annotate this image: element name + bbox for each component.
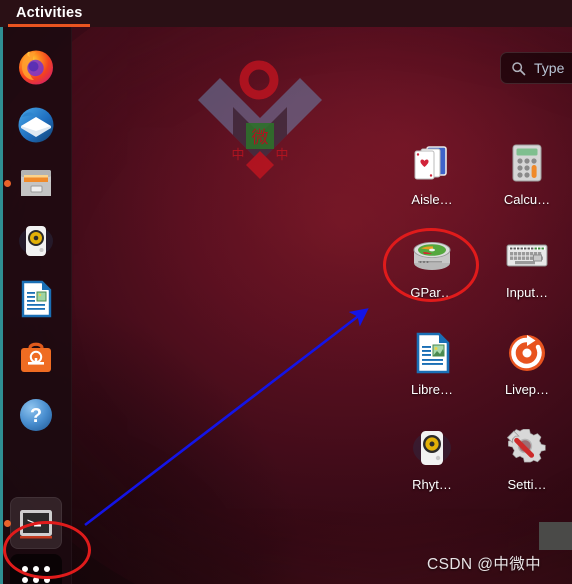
firefox-icon — [19, 50, 53, 85]
calculator-icon — [512, 144, 542, 182]
app-label: Libre… — [411, 382, 453, 397]
livepatch-icon — [509, 335, 545, 371]
dock-item-terminal[interactable]: > — [4, 497, 62, 549]
corner-gray-box — [539, 522, 572, 550]
help-icon: ? — [20, 399, 52, 431]
svg-text:?: ? — [30, 405, 42, 427]
libreoffice-writer-icon — [416, 332, 450, 374]
dock-item-thunderbird[interactable] — [10, 99, 62, 151]
app-settings[interactable]: Setti… — [479, 423, 572, 509]
app-label: Rhyt… — [412, 477, 452, 492]
app-label: Aisle… — [411, 192, 453, 207]
csdn-watermark: CSDN @中微中 — [427, 556, 542, 573]
app-livepatch[interactable]: Livep… — [479, 328, 572, 414]
search-input[interactable]: Type — [500, 52, 572, 84]
keyboard-icon — [506, 244, 548, 267]
svg-text:>: > — [27, 516, 35, 531]
svg-text:中: 中 — [275, 148, 288, 163]
desktop-watermark-logo: 微 中 中 — [198, 60, 322, 179]
desktop-screen: 微 中 中 Activities Type ? > Aisle… Calcu… … — [0, 0, 572, 584]
dock-item-ubuntu-software[interactable] — [10, 331, 62, 383]
app-libreoffice[interactable]: Libre… — [384, 328, 480, 414]
dock-item-firefox[interactable] — [10, 41, 62, 93]
libreoffice-writer-icon — [21, 280, 52, 318]
svg-text:中: 中 — [231, 148, 244, 163]
activities-button[interactable]: Activities — [8, 0, 91, 27]
dock-item-rhythmbox[interactable] — [10, 215, 62, 267]
app-input-method[interactable]: Input… — [479, 231, 572, 317]
search-placeholder-text: Type — [534, 60, 565, 76]
gparted-disk-icon — [413, 242, 451, 270]
app-label: Livep… — [504, 382, 550, 397]
aisleriot-cards-icon — [414, 146, 447, 180]
dock-edge-accent — [0, 27, 3, 584]
dock: ? > — [0, 27, 72, 584]
thunderbird-icon — [18, 107, 54, 143]
files-icon — [21, 170, 51, 196]
app-label: Input… — [506, 285, 548, 300]
app-rhythmbox[interactable]: Rhyt… — [384, 423, 480, 509]
rhythmbox-icon — [413, 431, 451, 465]
rhythmbox-icon — [19, 226, 53, 256]
app-label: GPar… — [410, 285, 454, 300]
running-indicator-dot — [4, 180, 11, 187]
app-grid-icon — [20, 564, 52, 584]
running-indicator-dot — [4, 520, 11, 527]
app-calculator[interactable]: Calcu… — [479, 138, 572, 224]
terminal-icon: > — [20, 510, 52, 539]
top-bar: Activities — [0, 0, 572, 27]
settings-gear-icon — [506, 428, 546, 463]
search-icon — [512, 61, 526, 75]
dock-item-libreoffice[interactable] — [10, 273, 62, 325]
app-gparted[interactable]: GPar… — [384, 231, 480, 317]
app-label: Setti… — [507, 477, 547, 492]
dock-item-files[interactable] — [4, 157, 62, 209]
app-aisleriot[interactable]: Aisle… — [384, 138, 480, 224]
activities-label: Activities — [16, 5, 83, 21]
svg-text:微: 微 — [252, 128, 269, 148]
ubuntu-software-icon — [21, 342, 51, 372]
show-applications-button[interactable] — [10, 554, 62, 584]
activities-active-underline — [8, 24, 91, 27]
dock-item-help[interactable]: ? — [10, 389, 62, 441]
app-label: Calcu… — [503, 192, 551, 207]
